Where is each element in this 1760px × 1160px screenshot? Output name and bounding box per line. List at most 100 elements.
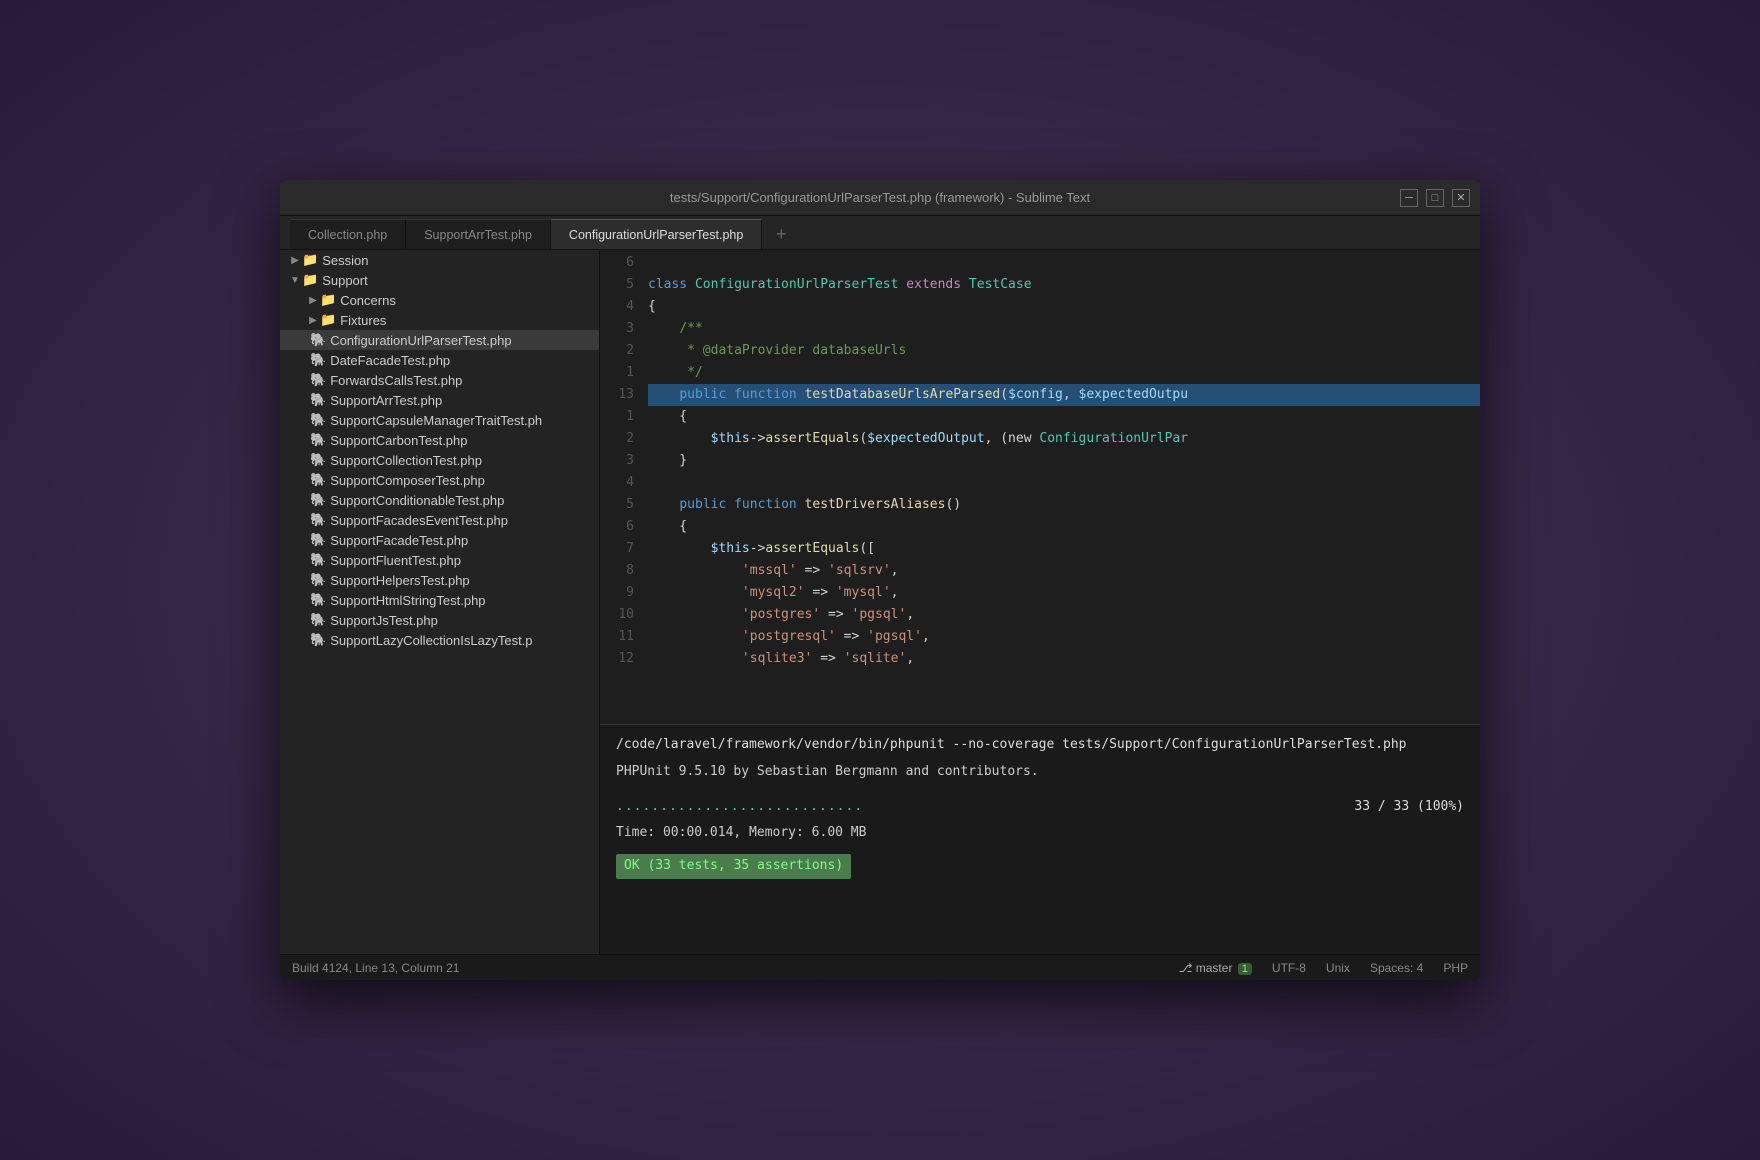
code-line: 'postgres' => 'pgsql',: [648, 604, 1480, 626]
sidebar-item-supportjs[interactable]: 🐘 SupportJsTest.php: [280, 610, 599, 630]
file-icon: 🐘: [310, 392, 326, 408]
file-icon: 🐘: [310, 452, 326, 468]
tab-supportarrtest[interactable]: SupportArrTest.php: [406, 219, 551, 249]
sidebar-item-supportfacadesevent[interactable]: 🐘 SupportFacadesEventTest.php: [280, 510, 599, 530]
tab-label: Collection.php: [308, 228, 387, 242]
spaces[interactable]: Spaces: 4: [1370, 961, 1423, 975]
title-bar: tests/Support/ConfigurationUrlParserTest…: [280, 180, 1480, 216]
line-ending[interactable]: Unix: [1326, 961, 1350, 975]
status-build: Build 4124, Line 13, Column 21: [292, 961, 459, 975]
progress-count: 33 / 33 (100%): [1354, 797, 1464, 818]
code-line-13: public function testDatabaseUrlsAreParse…: [648, 384, 1480, 406]
sidebar-item-label: SupportArrTest.php: [330, 393, 442, 408]
tab-label: ConfigurationUrlParserTest.php: [569, 228, 743, 242]
sidebar-item-label: Concerns: [340, 293, 396, 308]
ok-badge: OK (33 tests, 35 assertions): [616, 854, 1464, 879]
file-icon: 🐘: [310, 592, 326, 608]
code-line: {: [648, 406, 1480, 428]
minimize-button[interactable]: ─: [1400, 189, 1418, 207]
git-branch[interactable]: ⎇ master 1: [1179, 961, 1252, 975]
code-line: 'postgresql' => 'pgsql',: [648, 626, 1480, 648]
status-bar: Build 4124, Line 13, Column 21 ⎇ master …: [280, 954, 1480, 980]
file-icon: 🐘: [310, 472, 326, 488]
ok-badge-text: OK (33 tests, 35 assertions): [616, 854, 851, 879]
code-text[interactable]: class ConfigurationUrlParserTest extends…: [640, 250, 1480, 724]
terminal-panel: /code/laravel/framework/vendor/bin/phpun…: [600, 724, 1480, 954]
sidebar-item-label: SupportComposerTest.php: [330, 473, 485, 488]
sidebar-item-concerns[interactable]: ▶ 📁 Concerns: [280, 290, 599, 310]
status-right: ⎇ master 1 UTF-8 Unix Spaces: 4 PHP: [1179, 961, 1468, 975]
sidebar-item-label: SupportCollectionTest.php: [330, 453, 482, 468]
terminal-command: /code/laravel/framework/vendor/bin/phpun…: [616, 735, 1464, 756]
folder-icon: 📁: [320, 312, 336, 328]
code-line: [648, 472, 1480, 494]
sidebar-item-label: SupportFacadeTest.php: [330, 533, 468, 548]
file-icon: 🐘: [310, 352, 326, 368]
maximize-button[interactable]: □: [1426, 189, 1444, 207]
sidebar-item-supportlazy[interactable]: 🐘 SupportLazyCollectionIsLazyTest.p: [280, 630, 599, 650]
progress-dots: ............................: [616, 797, 863, 818]
sidebar-item-label: SupportFacadesEventTest.php: [330, 513, 508, 528]
sidebar-item-configurationurlparsertest[interactable]: 🐘 ConfigurationUrlParserTest.php: [280, 330, 599, 350]
file-icon: 🐘: [310, 632, 326, 648]
sidebar-item-forwardscallstest[interactable]: 🐘 ForwardsCallsTest.php: [280, 370, 599, 390]
sidebar-item-supportcomposer[interactable]: 🐘 SupportComposerTest.php: [280, 470, 599, 490]
sidebar-item-label: Session: [322, 253, 368, 268]
code-line: }: [648, 450, 1480, 472]
sidebar-item-label: ConfigurationUrlParserTest.php: [330, 333, 511, 348]
terminal-time: Time: 00:00.014, Memory: 6.00 MB: [616, 823, 1464, 844]
tabs-bar: Collection.php SupportArrTest.php Config…: [280, 216, 1480, 250]
code-line: * @dataProvider databaseUrls: [648, 340, 1480, 362]
window-controls: ─ □ ✕: [1400, 189, 1470, 207]
code-editor[interactable]: 6 5 4 3 2 1 13 1 2 3 4 5 6 7 8 9 10: [600, 250, 1480, 724]
sidebar-item-label: SupportJsTest.php: [330, 613, 438, 628]
sidebar-item-fixtures[interactable]: ▶ 📁 Fixtures: [280, 310, 599, 330]
sidebar-item-supportcapsule[interactable]: 🐘 SupportCapsuleManagerTraitTest.ph: [280, 410, 599, 430]
content-area: ▶ 📁 Session ▼ 📁 Support ▶ 📁 Concerns ▶ 📁…: [280, 250, 1480, 954]
code-line: 'mssql' => 'sqlsrv',: [648, 560, 1480, 582]
add-tab-button[interactable]: +: [766, 219, 796, 249]
file-icon: 🐘: [310, 432, 326, 448]
collapse-arrow: ▶: [306, 295, 320, 306]
tab-collection[interactable]: Collection.php: [290, 219, 406, 249]
branch-badge: 1: [1238, 963, 1252, 975]
encoding[interactable]: UTF-8: [1272, 961, 1306, 975]
sidebar-item-label: Fixtures: [340, 313, 386, 328]
sidebar-item-session[interactable]: ▶ 📁 Session: [280, 250, 599, 270]
code-line: 'sqlite3' => 'sqlite',: [648, 648, 1480, 670]
sidebar-item-supportfluent[interactable]: 🐘 SupportFluentTest.php: [280, 550, 599, 570]
folder-icon: 📁: [302, 252, 318, 268]
terminal-content: /code/laravel/framework/vendor/bin/phpun…: [600, 725, 1480, 954]
code-line: public function testDriversAliases(): [648, 494, 1480, 516]
sidebar-item-supportcarbon[interactable]: 🐘 SupportCarbonTest.php: [280, 430, 599, 450]
sidebar-item-datefacadetest[interactable]: 🐘 DateFacadeTest.php: [280, 350, 599, 370]
file-icon: 🐘: [310, 332, 326, 348]
file-icon: 🐘: [310, 532, 326, 548]
code-line: 'mysql2' => 'mysql',: [648, 582, 1480, 604]
sidebar-item-supporthtmlstring[interactable]: 🐘 SupportHtmlStringTest.php: [280, 590, 599, 610]
language[interactable]: PHP: [1443, 961, 1468, 975]
sidebar-item-supportfacade[interactable]: 🐘 SupportFacadeTest.php: [280, 530, 599, 550]
tab-configurationurlparsertest[interactable]: ConfigurationUrlParserTest.php: [551, 219, 762, 249]
sidebar-item-supporthelpers[interactable]: 🐘 SupportHelpersTest.php: [280, 570, 599, 590]
file-icon: 🐘: [310, 612, 326, 628]
sidebar-item-supportcollection[interactable]: 🐘 SupportCollectionTest.php: [280, 450, 599, 470]
line-numbers: 6 5 4 3 2 1 13 1 2 3 4 5 6 7 8 9 10: [600, 250, 640, 724]
code-line: $this->assertEquals([: [648, 538, 1480, 560]
sidebar-item-supportarrtest[interactable]: 🐘 SupportArrTest.php: [280, 390, 599, 410]
sidebar-item-label: SupportCarbonTest.php: [330, 433, 467, 448]
close-button[interactable]: ✕: [1452, 189, 1470, 207]
sidebar-item-supportconditionable[interactable]: 🐘 SupportConditionableTest.php: [280, 490, 599, 510]
collapse-arrow: ▶: [288, 255, 302, 266]
code-line: class ConfigurationUrlParserTest extends…: [648, 274, 1480, 296]
sidebar-item-label: SupportConditionableTest.php: [330, 493, 504, 508]
window-title: tests/Support/ConfigurationUrlParserTest…: [670, 190, 1090, 205]
sidebar-item-support[interactable]: ▼ 📁 Support: [280, 270, 599, 290]
main-panel: 6 5 4 3 2 1 13 1 2 3 4 5 6 7 8 9 10: [600, 250, 1480, 954]
sidebar-item-label: SupportHelpersTest.php: [330, 573, 469, 588]
sidebar-item-label: Support: [322, 273, 368, 288]
terminal-progress-line: ............................ 33 / 33 (10…: [616, 797, 1464, 818]
collapse-arrow: ▼: [288, 275, 302, 286]
status-left: Build 4124, Line 13, Column 21: [292, 961, 1179, 975]
code-line: [648, 252, 1480, 274]
